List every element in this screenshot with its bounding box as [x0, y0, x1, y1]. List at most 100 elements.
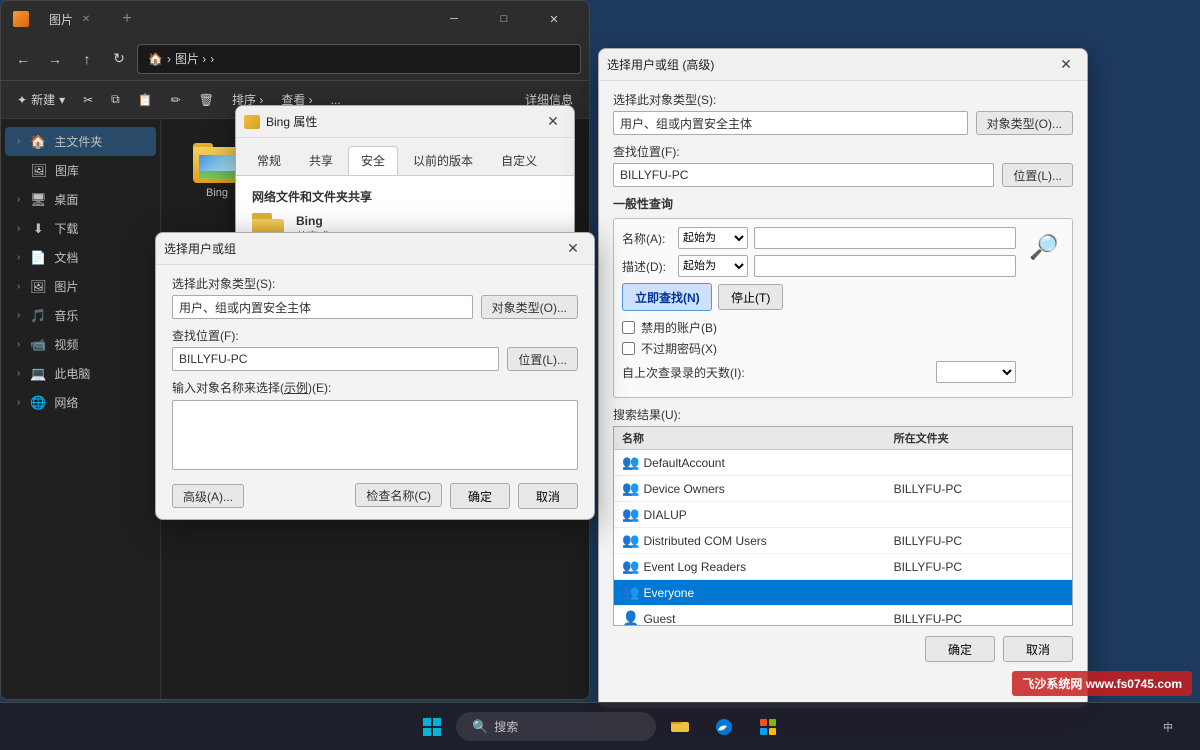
refresh-btn[interactable]: ↻	[105, 45, 133, 73]
adv-desc-select[interactable]: 起始为	[678, 255, 748, 277]
close-btn[interactable]: ✕	[531, 1, 577, 37]
su-location-input[interactable]	[172, 347, 499, 371]
adv-desc-input[interactable]	[754, 255, 1016, 277]
result-header: 名称 所在文件夹	[614, 427, 1072, 450]
sidebar-item-downloads[interactable]: › ⬇ 下载	[5, 214, 156, 243]
result-row[interactable]: 👥 DefaultAccount	[614, 450, 1072, 476]
paste-btn[interactable]: 📋	[130, 85, 161, 115]
su-close-btn[interactable]: ✕	[560, 237, 586, 261]
adv-noexpiry-checkbox[interactable]	[622, 342, 635, 355]
taskbar-search[interactable]: 🔍 搜索	[456, 712, 656, 741]
result-icon: 👥	[622, 558, 639, 575]
result-icon: 👥	[622, 584, 639, 601]
sidebar-item-pictures[interactable]: › 🖼 图片	[5, 272, 156, 301]
su-location-row: 位置(L)...	[172, 347, 578, 371]
su-location-btn[interactable]: 位置(L)...	[507, 347, 578, 371]
expand-icon: ›	[17, 281, 20, 292]
rename-btn[interactable]: ✏	[163, 85, 189, 115]
pictures-icon: 🖼	[30, 279, 46, 295]
sidebar-item-gallery[interactable]: 🖼 图库	[5, 156, 156, 185]
adv-cancel-btn[interactable]: 取消	[1003, 636, 1073, 662]
address-text: ›	[167, 52, 171, 66]
result-icon: 👥	[622, 532, 639, 549]
chevron-icon: ›	[210, 52, 214, 66]
adv-search-now-btn[interactable]: 立即查找(N)	[622, 283, 712, 311]
copy-btn[interactable]: ⧉	[103, 85, 128, 115]
su-object-type-btn[interactable]: 对象类型(O)...	[481, 295, 578, 319]
bing-dialog-close[interactable]: ✕	[540, 110, 566, 134]
sidebar-item-videos[interactable]: › 📹 视频	[5, 330, 156, 359]
back-btn[interactable]: ←	[9, 45, 37, 73]
tab-general[interactable]: 常规	[244, 146, 294, 175]
adv-name-input[interactable]	[754, 227, 1016, 249]
su-cancel-btn[interactable]: 取消	[518, 483, 578, 509]
adv-days-select[interactable]	[936, 361, 1016, 383]
sidebar: › 🏠 主文件夹 🖼 图库 › 🖥 桌面 › ⬇ 下载	[1, 119, 161, 699]
minimize-btn[interactable]: ─	[431, 1, 477, 37]
up-btn[interactable]: ↑	[73, 45, 101, 73]
new-tab-btn[interactable]: +	[113, 5, 141, 33]
adv-object-type-btn[interactable]: 对象类型(O)...	[976, 111, 1073, 135]
watermark: 飞沙系统网 www.fs0745.com	[1012, 671, 1192, 696]
tab-security[interactable]: 安全	[348, 146, 398, 175]
file-name: Bing	[206, 187, 228, 199]
result-row[interactable]: 👥 Event Log Readers BILLYFU-PC	[614, 554, 1072, 580]
taskbar-explorer-btn[interactable]	[660, 707, 700, 747]
adv-location-input[interactable]	[613, 163, 994, 187]
adv-ok-btn[interactable]: 确定	[925, 636, 995, 662]
sidebar-item-computer[interactable]: › 💻 此电脑	[5, 359, 156, 388]
tab-share[interactable]: 共享	[296, 146, 346, 175]
desktop-icon: 🖥	[30, 192, 46, 208]
expand-icon: ›	[17, 368, 20, 379]
gallery-icon: 🖼	[31, 163, 47, 179]
adv-days-row: 自上次查录录的天数(I):	[622, 361, 1016, 383]
result-row[interactable]: 👤 Guest BILLYFU-PC	[614, 606, 1072, 626]
result-row[interactable]: 👥 DIALUP	[614, 502, 1072, 528]
sidebar-item-network[interactable]: › 🌐 网络	[5, 388, 156, 417]
taskbar-edge-btn[interactable]	[704, 707, 744, 747]
su-name-textarea[interactable]	[172, 400, 578, 470]
new-btn[interactable]: ✦ 新建 ▾	[9, 85, 73, 115]
result-row[interactable]: 👥 Distributed COM Users BILLYFU-PC	[614, 528, 1072, 554]
adv-results-list[interactable]: 名称 所在文件夹 👥 DefaultAccount 👥 Device Owner…	[613, 426, 1073, 626]
adv-stop-btn[interactable]: 停止(T)	[718, 284, 783, 310]
tab-custom[interactable]: 自定义	[488, 146, 550, 175]
downloads-icon: ⬇	[30, 221, 46, 237]
address-bar[interactable]: 🏠 › 图片 › ›	[137, 44, 581, 74]
search-animation-icon: 🔎	[1024, 227, 1064, 267]
sidebar-item-desktop[interactable]: › 🖥 桌面	[5, 185, 156, 214]
expand-icon: ›	[17, 223, 20, 234]
tab-previous[interactable]: 以前的版本	[400, 146, 486, 175]
adv-close-btn[interactable]: ✕	[1053, 53, 1079, 77]
adv-disabled-checkbox[interactable]	[622, 321, 635, 334]
explorer-tab[interactable]: 图片 ✕	[37, 5, 105, 34]
cut-btn[interactable]: ✂	[75, 85, 101, 115]
adv-object-type-input[interactable]	[613, 111, 968, 135]
su-advanced-btn[interactable]: 高级(A)...	[172, 484, 244, 508]
result-row[interactable]: 👥 Device Owners BILLYFU-PC	[614, 476, 1072, 502]
sidebar-item-documents[interactable]: › 📄 文档	[5, 243, 156, 272]
taskbar-center: 🔍 搜索	[412, 707, 788, 747]
adv-name-select[interactable]: 起始为	[678, 227, 748, 249]
sidebar-label: 此电脑	[54, 365, 90, 382]
start-btn[interactable]	[412, 707, 452, 747]
tab-close-btn[interactable]: ✕	[79, 12, 93, 26]
system-tray[interactable]: 中	[1148, 707, 1188, 747]
sidebar-item-home[interactable]: › 🏠 主文件夹	[5, 127, 156, 156]
result-name: 👥 Everyone	[614, 580, 886, 605]
su-ok-btn[interactable]: 确定	[450, 483, 510, 509]
delete-btn[interactable]: 🗑	[191, 85, 222, 115]
taskbar-store-btn[interactable]	[748, 707, 788, 747]
sidebar-item-music[interactable]: › 🎵 音乐	[5, 301, 156, 330]
result-location	[886, 589, 1072, 597]
adv-location-btn[interactable]: 位置(L)...	[1002, 163, 1073, 187]
maximize-btn[interactable]: □	[481, 1, 527, 37]
adv-disabled-label: 禁用的账户(B)	[641, 319, 717, 336]
adv-object-type-row: 对象类型(O)...	[613, 111, 1073, 135]
su-check-btn[interactable]: 检查名称(C)	[355, 483, 442, 507]
adv-disabled-row: 禁用的账户(B)	[622, 319, 1016, 336]
su-object-type-input[interactable]	[172, 295, 473, 319]
result-row[interactable]: 👥 Everyone	[614, 580, 1072, 606]
forward-btn[interactable]: →	[41, 45, 69, 73]
su-object-type-label: 选择此对象类型(S):	[172, 275, 578, 292]
